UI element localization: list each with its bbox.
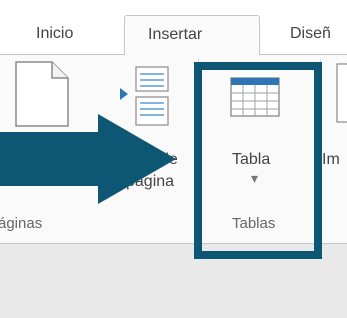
tab-inicio[interactable]: Inicio — [36, 15, 73, 55]
pointer-arrow-icon — [0, 114, 176, 204]
tab-insertar[interactable]: Insertar — [124, 15, 260, 55]
picture-button[interactable]: Im — [322, 55, 347, 205]
highlight-box — [194, 62, 322, 259]
picture-button-label: Im — [322, 151, 340, 168]
group-label-paginas: áginas — [0, 215, 43, 232]
ribbon-tab-bar: Inicio Insertar Diseñ — [0, 0, 347, 55]
tab-diseno[interactable]: Diseñ — [290, 15, 331, 55]
picture-icon — [336, 63, 347, 123]
